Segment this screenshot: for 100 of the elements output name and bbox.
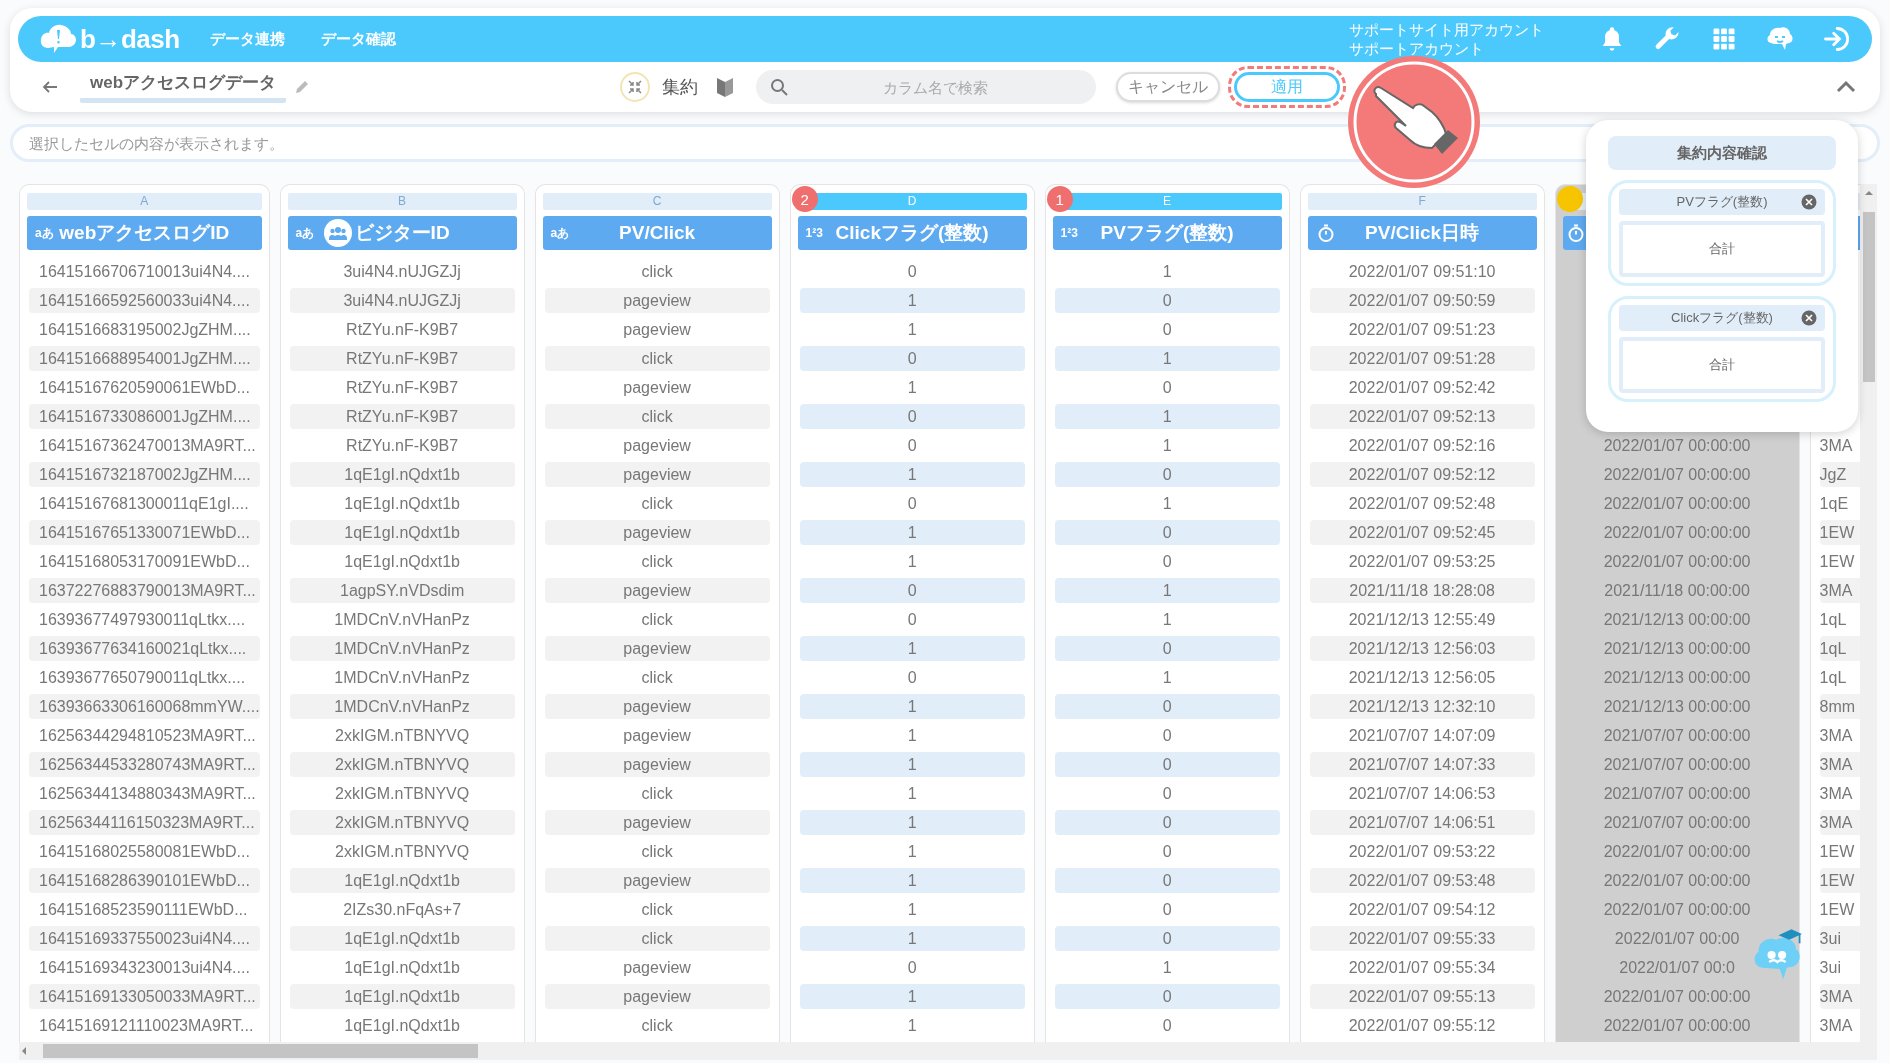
table-cell[interactable]: 0 — [1054, 520, 1280, 545]
table-cell[interactable]: 0 — [799, 404, 1025, 429]
table-cell[interactable]: 3MA — [1819, 810, 1860, 835]
column-header[interactable]: 1²3 Clickフラグ(整数) — [797, 216, 1027, 250]
table-cell[interactable]: click — [544, 549, 770, 574]
table-cell[interactable]: 0 — [1054, 288, 1280, 313]
table-cell[interactable]: 1 — [799, 375, 1025, 400]
table-cell[interactable]: 3ui — [1819, 955, 1860, 980]
table-cell[interactable]: pageview — [544, 520, 770, 545]
table-cell[interactable]: 2021/07/07 14:07:33 — [1309, 752, 1535, 777]
table-cell[interactable]: 1 — [799, 694, 1025, 719]
table-cell[interactable]: 2022/01/07 00:00:00 — [1603, 984, 1751, 1009]
table-cell[interactable]: pageview — [544, 955, 770, 980]
table-cell[interactable]: 2xkIGM.nTBNYVQ — [289, 839, 515, 864]
table-cell[interactable]: pageview — [544, 752, 770, 777]
table-cell[interactable]: 3MA — [1819, 752, 1860, 777]
table-cell[interactable]: pageview — [544, 810, 770, 835]
column-header[interactable]: aあ PV/Click — [542, 216, 772, 250]
table-cell[interactable]: 0 — [799, 607, 1025, 632]
table-cell[interactable]: 2021/11/18 18:28:08 — [1309, 578, 1535, 603]
table-cell[interactable]: 16256344533280743MA9RT... — [29, 752, 260, 777]
table-cell[interactable]: 0 — [1054, 868, 1280, 893]
table-cell[interactable]: 1qE1gI.nQdxt1b — [289, 520, 515, 545]
column-header[interactable]: PV/Click日時 — [1307, 216, 1537, 250]
table-cell[interactable]: 2022/01/07 00:00:00 — [1603, 520, 1751, 545]
table-cell[interactable]: 2022/01/07 00:00:00 — [1603, 549, 1751, 574]
table-cell[interactable]: 2021/12/13 00:00:00 — [1603, 636, 1751, 661]
table-cell[interactable]: 1 — [799, 984, 1025, 1009]
table-cell[interactable]: 2022/01/07 09:51:23 — [1309, 317, 1535, 342]
table-cell[interactable]: 1qE1gI.nQdxt1b — [289, 984, 515, 1009]
table-cell[interactable]: 16415168025580081EWbD... — [29, 839, 260, 864]
table-cell[interactable]: 1EW — [1819, 549, 1860, 574]
table-cell[interactable]: 2021/07/07 14:06:53 — [1309, 781, 1535, 806]
table-cell[interactable]: 2022/01/07 09:54:12 — [1309, 897, 1535, 922]
table-cell[interactable]: 16415169133050033MA9RT... — [29, 984, 260, 1009]
table-cell[interactable]: pageview — [544, 984, 770, 1009]
function-box[interactable]: 合計 — [1619, 221, 1825, 277]
table-cell[interactable]: 16415169121110023MA9RT... — [29, 1013, 260, 1038]
table-cell[interactable]: 2022/01/07 00:00:00 — [1603, 1013, 1751, 1038]
table-cell[interactable]: 2022/01/07 09:51:10 — [1309, 259, 1535, 284]
table-cell[interactable]: 2021/12/13 00:00:00 — [1603, 665, 1751, 690]
table-cell[interactable]: 1 — [799, 1013, 1025, 1038]
table-cell[interactable]: RtZYu.nF-K9B7 — [289, 433, 515, 458]
table-cell[interactable]: 2022/01/07 00:00:00 — [1603, 868, 1751, 893]
table-cell[interactable]: 8mm — [1819, 694, 1860, 719]
table-cell[interactable]: 2021/12/13 12:56:03 — [1309, 636, 1535, 661]
table-cell[interactable]: click — [544, 404, 770, 429]
table-cell[interactable]: pageview — [544, 636, 770, 661]
table-cell[interactable]: 2022/01/07 09:53:25 — [1309, 549, 1535, 574]
table-cell[interactable]: 0 — [799, 433, 1025, 458]
table-cell[interactable]: 0 — [1054, 752, 1280, 777]
table-cell[interactable]: 3MA — [1819, 984, 1860, 1009]
table-cell[interactable]: 0 — [1054, 839, 1280, 864]
table-cell[interactable]: 0 — [799, 491, 1025, 516]
table-cell[interactable]: click — [544, 926, 770, 951]
table-cell[interactable]: 1 — [799, 752, 1025, 777]
table-cell[interactable]: 2021/12/13 00:00:00 — [1603, 694, 1751, 719]
table-cell[interactable]: 2022/01/07 09:50:59 — [1309, 288, 1535, 313]
table-cell[interactable]: 1qL — [1819, 636, 1860, 661]
table-cell[interactable]: 2022/01/07 00:00:00 — [1603, 433, 1751, 458]
table-cell[interactable]: pageview — [544, 578, 770, 603]
column-chip[interactable]: PVフラグ(整数) — [1619, 189, 1825, 215]
table-cell[interactable]: RtZYu.nF-K9B7 — [289, 346, 515, 371]
table-cell[interactable]: 2022/01/07 09:55:12 — [1309, 1013, 1535, 1038]
table-cell[interactable]: 1 — [799, 810, 1025, 835]
table-cell[interactable]: 1 — [799, 462, 1025, 487]
table-cell[interactable]: 1 — [799, 868, 1025, 893]
table-cell[interactable]: RtZYu.nF-K9B7 — [289, 317, 515, 342]
table-cell[interactable]: JgZ — [1819, 462, 1860, 487]
table-cell[interactable]: 2021/12/13 12:32:10 — [1309, 694, 1535, 719]
table-cell[interactable]: 0 — [1054, 1013, 1280, 1038]
table-cell[interactable]: 1MDCnV.nVHanPz — [289, 665, 515, 690]
dataset-title[interactable]: webアクセスログデータ — [80, 71, 287, 103]
table-cell[interactable]: 1MDCnV.nVHanPz — [289, 694, 515, 719]
table-cell[interactable]: 0 — [1054, 462, 1280, 487]
table-cell[interactable]: 1qE1gI.nQdxt1b — [289, 955, 515, 980]
table-cell[interactable]: 2021/07/07 00:00:00 — [1603, 723, 1751, 748]
table-cell[interactable]: 1 — [1054, 578, 1280, 603]
table-cell[interactable]: 1 — [799, 723, 1025, 748]
table-cell[interactable]: pageview — [544, 694, 770, 719]
table-cell[interactable]: 1 — [799, 781, 1025, 806]
table-cell[interactable]: 1 — [799, 897, 1025, 922]
table-cell[interactable]: 2022/01/07 09:55:13 — [1309, 984, 1535, 1009]
table-cell[interactable]: 3ui4N4.nUJGZJj — [289, 288, 515, 313]
table-cell[interactable]: 2022/01/07 09:52:12 — [1309, 462, 1535, 487]
table-cell[interactable]: 1 — [799, 317, 1025, 342]
table-cell[interactable]: pageview — [544, 375, 770, 400]
table-cell[interactable]: 16393677650790011qLtkx.... — [29, 665, 260, 690]
table-cell[interactable]: click — [544, 346, 770, 371]
table-cell[interactable]: 1agpSY.nVDsdim — [289, 578, 515, 603]
table-cell[interactable]: 16415166592560033ui4N4.... — [29, 288, 260, 313]
table-cell[interactable]: 16415169343230013ui4N4.... — [29, 955, 260, 980]
table-cell[interactable]: 2022/01/07 09:52:16 — [1309, 433, 1535, 458]
column-header[interactable]: aあ webアクセスログID — [27, 216, 262, 250]
table-cell[interactable]: 1 — [799, 839, 1025, 864]
table-cell[interactable]: click — [544, 839, 770, 864]
table-cell[interactable]: RtZYu.nF-K9B7 — [289, 404, 515, 429]
table-cell[interactable]: 1MDCnV.nVHanPz — [289, 636, 515, 661]
table-cell[interactable]: click — [544, 897, 770, 922]
table-cell[interactable]: 3ui — [1819, 926, 1860, 951]
